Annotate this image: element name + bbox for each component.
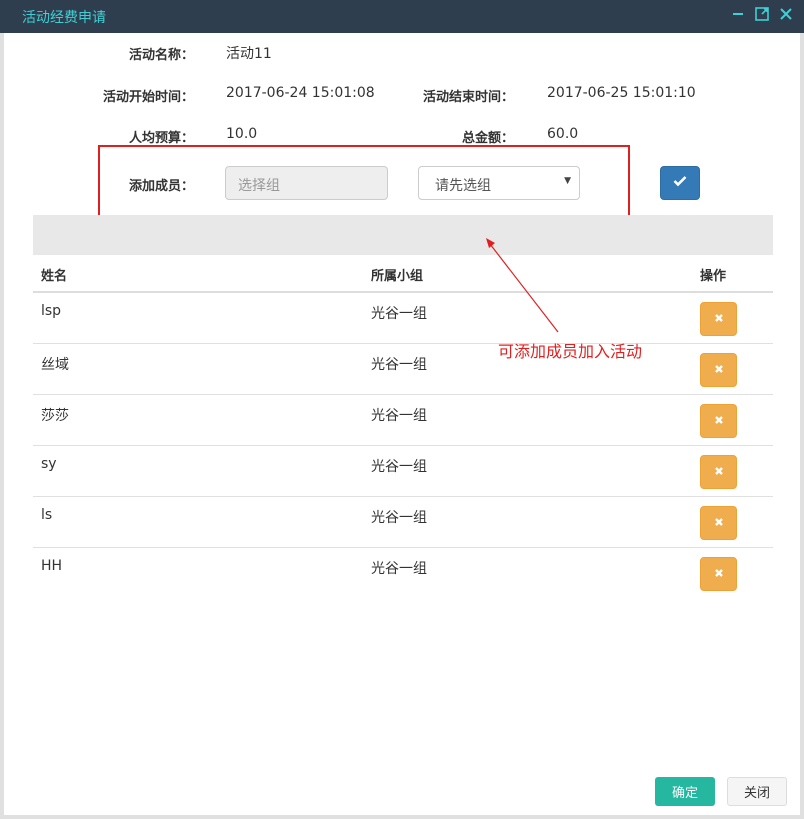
minimize-icon[interactable]	[730, 6, 746, 22]
total-value: 60.0	[547, 126, 579, 142]
add-member-label: 添加成员：	[128, 179, 194, 194]
table-row: 莎莎 光谷一组	[33, 395, 773, 446]
close-button[interactable]: 关闭	[727, 777, 787, 806]
toolbar-strip	[33, 215, 773, 255]
member-group: 光谷一组	[371, 408, 427, 424]
confirm-button[interactable]: 确定	[655, 777, 715, 806]
times-icon	[714, 413, 724, 429]
close-icon[interactable]	[778, 6, 794, 22]
budget-label: 人均预算：	[128, 131, 194, 146]
remove-member-button[interactable]	[700, 353, 737, 387]
start-time-label: 活动开始时间：	[102, 90, 194, 105]
window-controls	[730, 6, 794, 22]
member-group: 光谷一组	[371, 510, 427, 526]
header-group: 所属小组	[371, 269, 424, 284]
times-icon	[714, 464, 724, 480]
end-time-value: 2017-06-25 15:01:10	[547, 85, 696, 101]
remove-member-button[interactable]	[700, 455, 737, 489]
member-group: 光谷一组	[371, 459, 427, 475]
member-name: sy	[41, 456, 57, 472]
header-name: 姓名	[41, 269, 68, 284]
start-time-value: 2017-06-24 15:01:08	[226, 85, 375, 101]
member-select-value: 请先选组	[435, 178, 491, 194]
budget-value: 10.0	[226, 126, 258, 142]
maximize-icon[interactable]	[754, 6, 770, 22]
times-icon	[714, 515, 724, 531]
dialog-title: 活动经费申请	[22, 10, 106, 26]
table-header: 姓名 所属小组 操作	[33, 255, 773, 293]
member-group: 光谷一组	[371, 561, 427, 577]
member-group: 光谷一组	[371, 357, 427, 373]
end-time-label: 活动结束时间：	[422, 90, 514, 105]
header-action: 操作	[700, 269, 727, 284]
member-name: 莎莎	[41, 408, 69, 424]
times-icon	[714, 566, 724, 582]
add-member-button[interactable]	[660, 166, 700, 200]
remove-member-button[interactable]	[700, 557, 737, 591]
table-row: sy 光谷一组	[33, 446, 773, 497]
table-row: lsp 光谷一组	[33, 293, 773, 344]
group-select[interactable]: 选择组	[225, 166, 388, 200]
member-group: 光谷一组	[371, 306, 427, 322]
activity-name-value: 活动11	[226, 46, 272, 62]
times-icon	[714, 311, 724, 327]
total-label: 总金额：	[461, 131, 514, 146]
times-icon	[714, 362, 724, 378]
member-name: ls	[41, 507, 53, 523]
member-name: lsp	[41, 303, 62, 319]
table-row: 丝域 光谷一组	[33, 344, 773, 395]
annotation-text: 可添加成员加入活动	[498, 342, 643, 361]
remove-member-button[interactable]	[700, 404, 737, 438]
member-select[interactable]: 请先选组 ▼	[418, 166, 580, 200]
table-row: ls 光谷一组	[33, 497, 773, 548]
group-select-value: 选择组	[238, 178, 280, 194]
member-name: 丝域	[41, 357, 69, 373]
check-icon	[673, 175, 687, 191]
remove-member-button[interactable]	[700, 506, 737, 540]
remove-member-button[interactable]	[700, 302, 737, 336]
caret-down-icon: ▼	[564, 176, 571, 186]
member-name: HH	[41, 558, 63, 574]
dialog-titlebar: 活动经费申请	[0, 0, 804, 33]
table-row: HH 光谷一组	[33, 548, 773, 599]
activity-name-label: 活动名称：	[128, 48, 194, 63]
